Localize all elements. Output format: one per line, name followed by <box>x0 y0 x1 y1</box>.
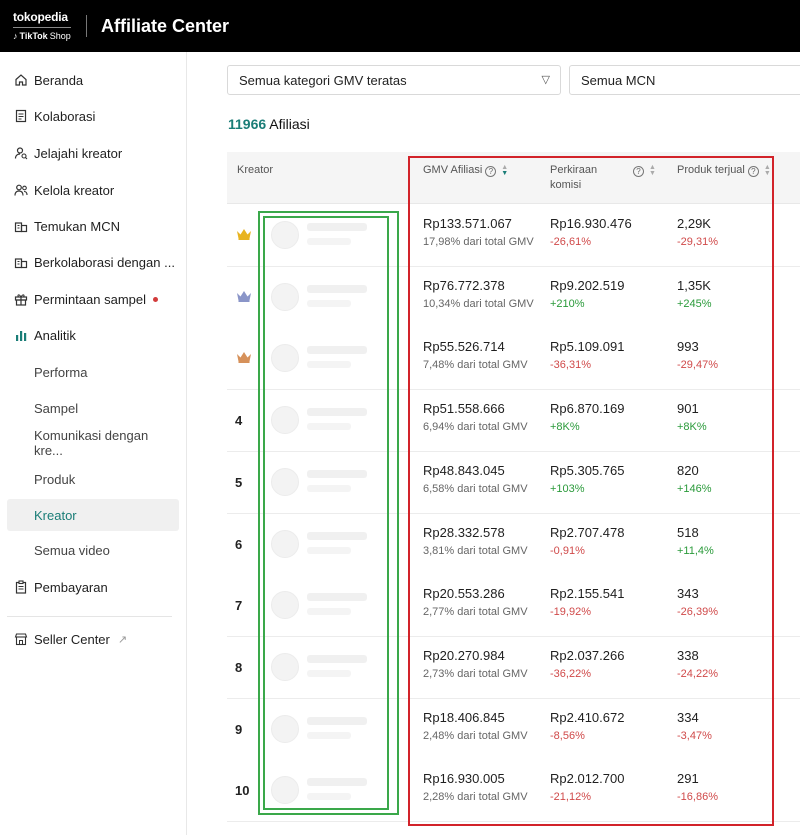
annotation-green-box-inner <box>263 216 389 810</box>
sidebar-item-beranda[interactable]: Beranda <box>0 62 187 98</box>
sidebar-item-label: Analitik <box>34 327 76 343</box>
bar-chart-icon <box>14 328 28 342</box>
mcn-select[interactable]: Semua MCN <box>569 65 800 95</box>
rank-number: 5 <box>235 474 243 490</box>
building-icon <box>14 219 28 233</box>
affiliate-count-label: Afiliasi <box>269 116 310 132</box>
sidebar: Beranda Kolaborasi Jelajahi kreator Kelo… <box>0 52 187 835</box>
affiliate-count: 11966 Afiliasi <box>228 116 310 132</box>
app-title: Affiliate Center <box>101 15 230 36</box>
crown-icon <box>236 350 252 368</box>
sidebar-subitem-kreator[interactable]: Kreator <box>7 499 179 531</box>
tiktok-logo-text: TikTok <box>19 31 48 41</box>
affiliate-count-number: 11966 <box>228 116 267 132</box>
sidebar-item-temukan-mcn[interactable]: Temukan MCN <box>0 208 187 244</box>
sidebar-item-label: Pembayaran <box>34 579 108 595</box>
notification-dot <box>153 296 158 302</box>
sidebar-item-jelajahi-kreator[interactable]: Jelajahi kreator <box>0 135 187 171</box>
sidebar-item-analitik[interactable]: Analitik <box>0 317 187 353</box>
document-icon <box>14 109 28 123</box>
building-icon <box>14 255 28 269</box>
sidebar-item-label: Jelajahi kreator <box>34 145 123 161</box>
mcn-select-value: Semua MCN <box>581 72 656 88</box>
gift-icon <box>14 292 28 306</box>
category-select[interactable]: Semua kategori GMV teratas ▽ <box>227 65 561 95</box>
sidebar-item-label: Permintaan sampel <box>34 291 146 307</box>
shop-logo-text: Shop <box>49 31 71 41</box>
sidebar-item-berkolaborasi-mcn[interactable]: Berkolaborasi dengan ... <box>0 244 187 280</box>
rank-number: 9 <box>235 721 243 737</box>
brand-logo[interactable]: tokopedia ♪ TikTok Shop <box>0 10 86 42</box>
sidebar-item-pembayaran[interactable]: Pembayaran <box>0 569 187 605</box>
rank-number: 4 <box>235 413 243 429</box>
sidebar-item-label: Seller Center <box>34 631 110 647</box>
sidebar-item-kelola-kreator[interactable]: Kelola kreator <box>0 172 187 208</box>
crown-icon <box>236 227 252 245</box>
sidebar-item-seller-center[interactable]: Seller Center ↗ <box>0 621 187 657</box>
sidebar-item-permintaan-sampel[interactable]: Permintaan sampel <box>0 281 187 317</box>
sidebar-item-label: Beranda <box>34 72 84 88</box>
sidebar-item-label: Berkolaborasi dengan ... <box>34 254 175 270</box>
logo-divider <box>13 27 71 28</box>
category-select-value: Semua kategori GMV teratas <box>239 72 407 88</box>
crown-icon <box>236 289 252 307</box>
rank-number: 6 <box>235 536 243 552</box>
people-icon <box>14 183 28 197</box>
tiktok-shop-logo: ♪ TikTok Shop <box>13 31 86 42</box>
home-icon <box>14 73 28 87</box>
rank-number: 7 <box>235 598 243 614</box>
sidebar-divider <box>7 616 172 617</box>
sidebar-item-kolaborasi[interactable]: Kolaborasi <box>0 98 187 134</box>
sidebar-subitem-produk[interactable]: Produk <box>7 463 179 495</box>
tiktok-icon: ♪ <box>13 31 18 41</box>
chevron-down-icon: ▽ <box>541 74 550 86</box>
annotation-red-box <box>408 156 774 826</box>
sidebar-subitem-semua-video[interactable]: Semua video <box>7 534 179 566</box>
clipboard-icon <box>14 580 28 594</box>
sidebar-subitem-sampel[interactable]: Sampel <box>7 392 179 424</box>
sidebar-item-label: Kelola kreator <box>34 182 115 198</box>
header-divider <box>86 15 87 37</box>
external-link-icon: ↗ <box>117 633 128 646</box>
person-search-icon <box>14 146 28 160</box>
column-header-creator: Kreator <box>237 164 274 176</box>
sidebar-subitem-komunikasi[interactable]: Komunikasi dengan kre... <box>7 427 179 459</box>
rank-number: 10 <box>235 783 250 799</box>
top-bar: tokopedia ♪ TikTok Shop Affiliate Center <box>0 0 800 52</box>
sidebar-item-label: Temukan MCN <box>34 218 120 234</box>
rank-number: 8 <box>235 659 243 675</box>
store-icon <box>14 632 28 646</box>
sidebar-subitem-performa[interactable]: Performa <box>7 356 179 388</box>
tokopedia-logo-text: tokopedia <box>13 10 68 24</box>
sidebar-item-label: Kolaborasi <box>34 108 96 124</box>
